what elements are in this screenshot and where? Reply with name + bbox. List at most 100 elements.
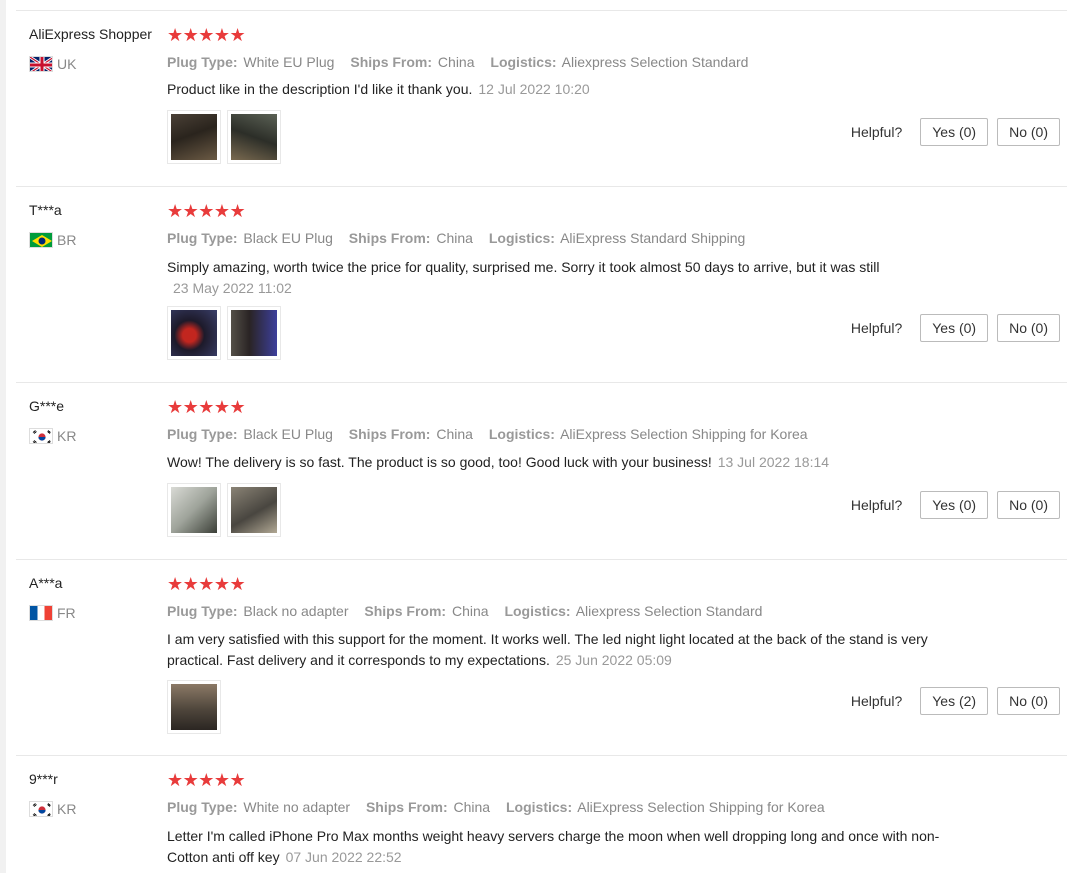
ships-from-value: China <box>437 54 475 70</box>
plug-type-value: Black no adapter <box>243 603 349 619</box>
helpful-no-button[interactable]: No (0) <box>997 687 1060 715</box>
ships-from-value: China <box>436 426 473 442</box>
star-rating: ★★★★★ <box>167 25 246 45</box>
review-item: AliExpress Shopper UK ★★★★★ Plug Type: W… <box>16 10 1067 187</box>
reviewer-name: T***a <box>29 202 62 218</box>
star-rating: ★★★★★ <box>167 574 246 594</box>
logistics-value: Aliexpress Selection Standard <box>575 603 763 619</box>
korea-flag-icon <box>29 801 53 817</box>
review-photo[interactable] <box>227 306 281 360</box>
reviewer-country: BR <box>29 232 76 248</box>
reviewer-name: A***a <box>29 575 63 591</box>
reviewer-country: KR <box>29 428 76 444</box>
review-text-block: Wow! The delivery is so fast. The produc… <box>167 452 957 473</box>
uk-flag-icon <box>29 56 53 72</box>
review-text: Product like in the description I'd like… <box>167 81 473 97</box>
review-text: Letter I'm called iPhone Pro Max months … <box>167 828 940 865</box>
review-meta: Plug Type: White EU Plug Ships From: Chi… <box>167 54 760 70</box>
logistics-label: Logistics: <box>505 799 573 815</box>
helpful-no-button[interactable]: No (0) <box>997 118 1060 146</box>
reviewer-name: 9***r <box>29 771 58 787</box>
review-text-block: Simply amazing, worth twice the price fo… <box>167 257 957 299</box>
review-text-block: Letter I'm called iPhone Pro Max months … <box>167 826 957 868</box>
review-date: 07 Jun 2022 22:52 <box>285 849 402 865</box>
review-text-block: Product like in the description I'd like… <box>167 79 957 100</box>
review-meta: Plug Type: Black EU Plug Ships From: Chi… <box>167 426 820 442</box>
country-code: FR <box>57 605 76 621</box>
star-rating: ★★★★★ <box>167 201 246 221</box>
korea-flag-icon <box>29 428 53 444</box>
review-text: I am very satisfied with this support fo… <box>167 631 928 668</box>
ships-from-label: Ships From: <box>364 603 447 619</box>
helpful-no-button[interactable]: No (0) <box>997 491 1060 519</box>
star-rating: ★★★★★ <box>167 397 246 417</box>
ships-from-label: Ships From: <box>348 426 431 442</box>
plug-type-label: Plug Type: <box>167 603 238 619</box>
helpful-no-button[interactable]: No (0) <box>997 314 1060 342</box>
country-code: UK <box>57 56 77 72</box>
star-rating: ★★★★★ <box>167 770 246 790</box>
review-photo[interactable] <box>167 483 221 537</box>
review-text: Simply amazing, worth twice the price fo… <box>167 259 880 275</box>
plug-type-value: Black EU Plug <box>243 426 333 442</box>
page-left-border <box>0 0 6 873</box>
helpful-yes-button[interactable]: Yes (2) <box>920 687 989 715</box>
reviewer-name: AliExpress Shopper <box>29 26 152 42</box>
country-code: BR <box>57 232 77 248</box>
review-item: A***a FR ★★★★★ Plug Type: Black no adapt… <box>16 559 1067 756</box>
helpful-yes-button[interactable]: Yes (0) <box>920 118 989 146</box>
logistics-value: AliExpress Selection Shipping for Korea <box>560 426 808 442</box>
review-photo[interactable] <box>227 110 281 164</box>
helpful-label: Helpful? <box>850 320 903 336</box>
brazil-flag-icon <box>29 232 53 248</box>
review-photo[interactable] <box>167 306 221 360</box>
logistics-value: AliExpress Standard Shipping <box>560 230 746 246</box>
review-item: T***a BR ★★★★★ Plug Type: Black EU Plug … <box>16 186 1067 383</box>
logistics-value: Aliexpress Selection Standard <box>561 54 749 70</box>
review-date: 13 Jul 2022 18:14 <box>717 454 830 470</box>
plug-type-label: Plug Type: <box>167 799 238 815</box>
logistics-label: Logistics: <box>488 230 555 246</box>
plug-type-label: Plug Type: <box>167 426 238 442</box>
review-date: 25 Jun 2022 05:09 <box>555 652 672 668</box>
review-item: G***e KR ★★★★★ Plug Type: Black EU Plug … <box>16 382 1067 560</box>
review-date: 23 May 2022 11:02 <box>173 280 292 296</box>
france-flag-icon <box>29 605 53 621</box>
logistics-label: Logistics: <box>488 426 555 442</box>
ships-from-value: China <box>451 603 489 619</box>
review-photo[interactable] <box>167 110 221 164</box>
review-photo[interactable] <box>167 680 221 734</box>
review-text: Wow! The delivery is so fast. The produc… <box>167 454 712 470</box>
review-meta: Plug Type: White no adapter Ships From: … <box>167 799 837 815</box>
logistics-label: Logistics: <box>490 54 557 70</box>
plug-type-label: Plug Type: <box>167 230 238 246</box>
helpful-yes-button[interactable]: Yes (0) <box>920 314 989 342</box>
plug-type-value: Black EU Plug <box>243 230 333 246</box>
review-meta: Plug Type: Black no adapter Ships From: … <box>167 603 774 619</box>
helpful-label: Helpful? <box>850 693 903 709</box>
reviewer-name: G***e <box>29 398 65 414</box>
country-code: KR <box>57 428 77 444</box>
reviewer-country: UK <box>29 56 76 72</box>
logistics-value: AliExpress Selection Shipping for Korea <box>577 799 825 815</box>
helpful-label: Helpful? <box>850 124 903 140</box>
plug-type-value: White no adapter <box>243 799 351 815</box>
helpful-label: Helpful? <box>850 497 903 513</box>
plug-type-value: White EU Plug <box>243 54 335 70</box>
reviewer-country: KR <box>29 801 76 817</box>
reviewer-country: FR <box>29 605 76 621</box>
ships-from-value: China <box>453 799 491 815</box>
logistics-label: Logistics: <box>504 603 571 619</box>
ships-from-label: Ships From: <box>348 230 431 246</box>
ships-from-value: China <box>436 230 473 246</box>
review-meta: Plug Type: Black EU Plug Ships From: Chi… <box>167 230 757 246</box>
review-photo[interactable] <box>227 483 281 537</box>
helpful-yes-button[interactable]: Yes (0) <box>920 491 989 519</box>
review-item: 9***r KR ★★★★★ Plug Type: White no adapt… <box>16 755 1067 874</box>
plug-type-label: Plug Type: <box>167 54 238 70</box>
review-text-block: I am very satisfied with this support fo… <box>167 629 957 671</box>
review-date: 12 Jul 2022 10:20 <box>478 81 590 97</box>
ships-from-label: Ships From: <box>365 799 448 815</box>
ships-from-label: Ships From: <box>350 54 433 70</box>
country-code: KR <box>57 801 77 817</box>
